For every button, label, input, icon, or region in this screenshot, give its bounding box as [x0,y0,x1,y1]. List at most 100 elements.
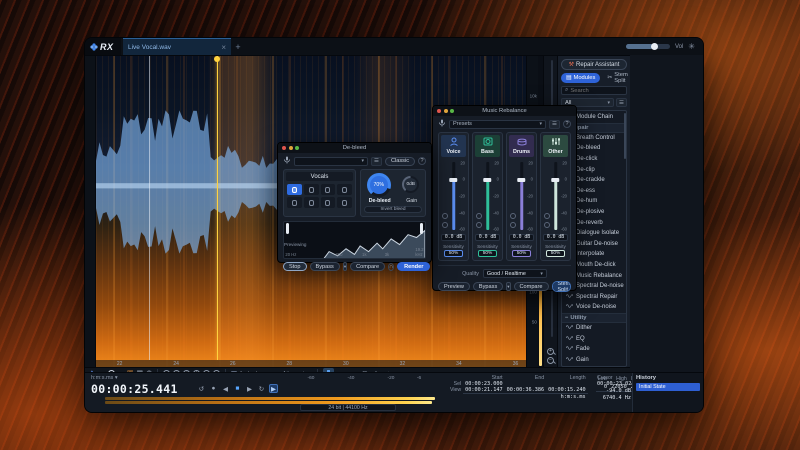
vertical-zoom-in-icon[interactable]: + [547,348,554,355]
stem-header-drums[interactable]: Drums [509,135,534,157]
fader-scale-label: -20 [493,194,499,199]
high-frequency-handle[interactable] [420,223,423,234]
source-piano-button[interactable] [321,184,336,195]
sensitivity-value[interactable]: 50% [546,250,565,257]
source-bass-button[interactable] [287,197,302,208]
new-tab-button[interactable]: + [231,38,245,55]
sidebar-item-gain[interactable]: Gain [562,354,626,365]
volume-slider[interactable] [626,44,670,49]
repeat-button[interactable]: ↻ [257,384,266,393]
source-guitar-button[interactable] [321,197,336,208]
history-item[interactable]: Initial State [636,383,700,391]
source-percussion-button[interactable] [337,184,352,195]
section-header-utility[interactable]: −Utility [562,313,626,323]
graph-tick-label: 19.2 kHz [415,247,423,257]
tab-stem-split[interactable]: ✂ Stem Split [602,73,632,83]
music-rebalance-titlebar[interactable]: Music Rebalance [433,106,576,116]
preset-manager-button[interactable]: ☰ [371,157,382,166]
preview-button[interactable]: Preview [438,282,470,291]
tab-modules[interactable]: ▤ Modules [561,73,600,83]
source-vocals-button[interactable] [287,184,302,195]
music-rebalance-window: Music Rebalance Presets ▾ ☰ ? Voice200-2… [432,105,577,291]
volume-knob[interactable] [651,43,658,50]
solo-button[interactable] [544,213,550,219]
search-input[interactable] [570,88,623,94]
de-bleed-titlebar[interactable]: De-bleed [278,143,431,153]
gain-readout[interactable]: 0.0 dB [441,234,466,241]
sidebar-item-dither[interactable]: Dither [562,323,626,334]
mute-button[interactable] [476,222,482,228]
bypass-button[interactable]: Bypass [473,282,503,291]
low-frequency-handle[interactable] [286,223,289,234]
time-tick-label: 34 [456,361,462,367]
sensitivity-value[interactable]: 50% [444,250,463,257]
invert-bleed-button[interactable]: Invert bleed [364,206,422,213]
mute-button[interactable] [442,222,448,228]
play-button[interactable]: ▶ [245,384,254,393]
stem-split-button[interactable]: Stem Split [553,282,571,291]
compare-button[interactable]: Compare [350,262,385,271]
tab-close-icon[interactable]: × [221,43,226,52]
bypass-button[interactable]: Bypass [310,262,340,271]
mute-button[interactable] [544,222,550,228]
rewind-button[interactable]: ◀ [221,384,230,393]
quality-dropdown[interactable]: Good / Realtime ▾ [483,269,547,278]
solo-button[interactable] [476,213,482,219]
solo-button[interactable] [442,213,448,219]
de-bleed-preset-dropdown[interactable]: ▾ [294,157,368,166]
selection-cursor-line[interactable] [149,56,150,360]
settings-sparkle-icon[interactable]: ✳ [688,42,695,51]
learn-microphone-icon[interactable] [438,119,446,129]
stop-button[interactable]: ■ [233,384,242,393]
module-search[interactable]: ⌕ [561,86,627,95]
bypass-options-button[interactable]: ▾ [506,282,510,291]
stem-header-bass[interactable]: Bass [475,135,500,157]
time-format-selector[interactable]: h:m:s.ms ▾ [91,375,118,381]
fader-scale-label: -20 [527,194,533,199]
mute-button[interactable] [510,222,516,228]
source-strings-button[interactable] [304,197,319,208]
tab-live-vocal[interactable]: Live Vocal.wav × [123,38,231,55]
output-monitor-icon[interactable]: ∩ [388,263,394,271]
solo-button[interactable] [510,213,516,219]
gain-readout[interactable]: 0.0 dB [475,234,500,241]
vertical-zoom-out-icon[interactable]: − [547,357,554,364]
stem-header-voice[interactable]: Voice [441,135,466,157]
stop-preview-button[interactable]: Stop [283,262,307,271]
record-button[interactable]: ● [209,384,218,393]
classic-mode-button[interactable]: Classic [385,157,415,166]
help-button[interactable]: ? [563,120,571,128]
meter-scale-label: -40 [348,376,355,381]
fader-scale-label: -40 [459,210,465,215]
de-bleed-amount-knob[interactable]: 70% [367,173,391,197]
gain-knob[interactable]: 0dB [402,176,419,193]
sidebar-item-eq[interactable]: EQ [562,333,626,344]
module-list-scrollbar[interactable] [624,113,626,159]
loop-button[interactable]: ↺ [197,384,206,393]
rebalance-preset-dropdown[interactable]: Presets ▾ [449,120,546,129]
repair-assistant-button[interactable]: ⚒ Repair Assistant [561,59,627,70]
learn-microphone-icon[interactable] [283,156,291,166]
preset-manager-button[interactable]: ☰ [549,120,560,129]
bypass-options-button[interactable]: ▾ [343,262,347,271]
gain-readout[interactable]: 0.0 dB [509,234,534,241]
source-drums-button[interactable] [304,184,319,195]
sidebar-item-fade[interactable]: Fade [562,344,626,355]
playhead-line[interactable] [217,56,218,360]
sidebar-item-voice-de-noise[interactable]: Voice De-noise [562,302,626,313]
stem-header-other[interactable]: Other [543,135,568,157]
rx-app-window: RX Live Vocal.wav × + Vol ✳ ⇕ [85,38,703,412]
fader-scale-label: -40 [527,210,533,215]
view-length-value: 00:00:15.240 [546,387,587,394]
play-selection-button[interactable]: ▶ [269,384,278,393]
sensitivity-value[interactable]: 50% [478,250,497,257]
bleed-frequency-graph[interactable]: 20 Hz3001k3k19.2 kHz [283,221,426,259]
render-button[interactable]: Render [397,262,430,271]
list-view-button[interactable]: ☰ [616,98,627,107]
source-keys-button[interactable] [337,197,352,208]
sensitivity-value[interactable]: 50% [512,250,531,257]
help-button[interactable]: ? [418,157,426,165]
search-icon: ⌕ [565,87,568,94]
gain-readout[interactable]: 0.0 dB [543,234,568,241]
compare-button[interactable]: Compare [514,282,549,291]
